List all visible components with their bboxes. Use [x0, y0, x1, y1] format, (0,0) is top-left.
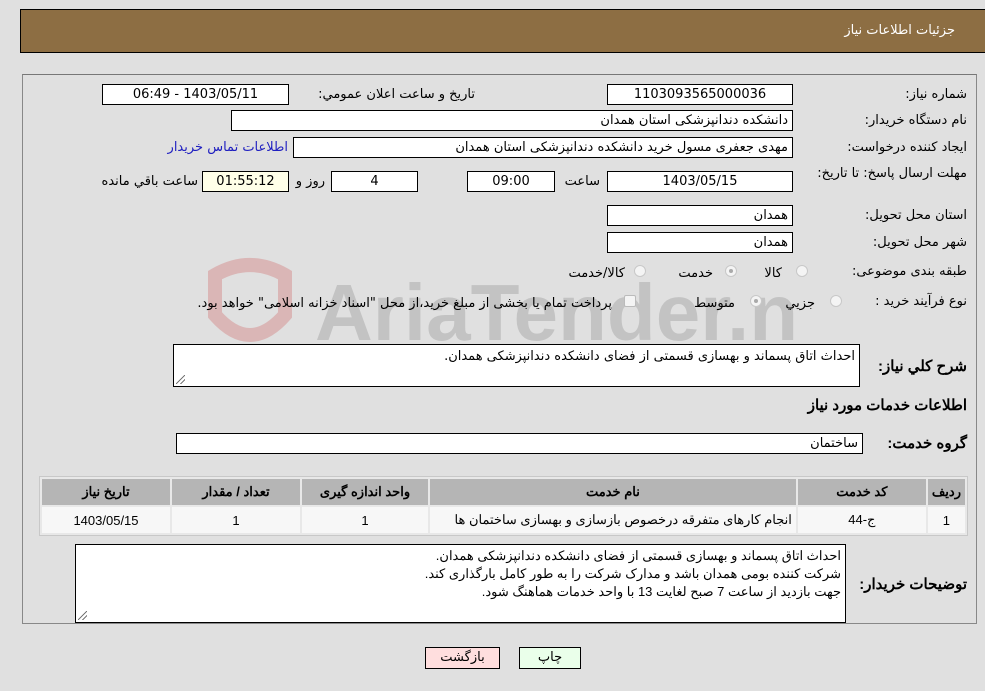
remaining-time-field: 01:55:12 [202, 171, 289, 192]
delivery-city-field: همدان [607, 232, 793, 253]
services-table: ردیف کد خدمت نام خدمت واحد اندازه گیری ت… [39, 476, 968, 536]
general-description-textarea[interactable]: احداث اتاق پسماند و بهسازی قسمتی از فضای… [173, 344, 860, 387]
category-radio-service[interactable] [725, 265, 737, 277]
deadline-time-label: ساعت [564, 174, 600, 189]
treasury-checkbox[interactable] [624, 295, 636, 307]
table-row: 1 ج-44 انجام کارهای متفرقه درخصوص بازساز… [42, 507, 965, 533]
deadline-date-field: 1403/05/15 [607, 171, 793, 192]
buyer-org-label: نام دستگاه خریدار: [864, 113, 967, 128]
general-description-label: شرح کلي نیاز: [878, 358, 967, 375]
deadline-label: مهلت ارسال پاسخ: تا تاریخ: [817, 166, 967, 181]
service-group-label: گروه خدمت: [887, 435, 967, 452]
requester-label: ایجاد کننده درخواست: [847, 140, 967, 155]
announce-datetime-field: 1403/05/11 - 06:49 [102, 84, 289, 105]
col-header-service-code: کد خدمت [797, 479, 926, 505]
delivery-city-label: شهر محل تحویل: [872, 235, 967, 250]
requester-field: مهدی جعفری مسول خرید دانشکده دندانپزشکی … [293, 137, 793, 158]
back-button[interactable]: بازگشت [425, 647, 500, 669]
need-number-field: 1103093565000036 [607, 84, 793, 105]
treasury-note: پرداخت تمام یا بخشی از مبلغ خرید،از محل … [197, 296, 612, 311]
page-title: جزئیات اطلاعات نیاز [844, 23, 955, 38]
purchase-type-option-medium: متوسط [694, 296, 735, 311]
category-radio-goods-service[interactable] [634, 265, 646, 277]
category-option-goods: کالا [764, 266, 782, 281]
remaining-time-label: ساعت باقي مانده [101, 174, 198, 189]
remaining-days-label: روز و [295, 174, 325, 189]
service-group-field: ساختمان [176, 433, 863, 454]
purchase-type-radio-minor[interactable] [830, 295, 842, 307]
buyer-notes-line-3: جهت بازدید از ساعت 7 صبح لغایت 13 با واح… [481, 584, 841, 599]
delivery-province-label: استان محل تحویل: [865, 208, 967, 223]
buyer-notes-line-1: احداث اتاق پسماند و بهسازی قسمتی از فضای… [435, 548, 841, 563]
col-header-quantity: تعداد / مقدار [172, 479, 300, 505]
purchase-type-option-minor: جزيي [785, 296, 815, 311]
category-radio-goods[interactable] [796, 265, 808, 277]
announce-datetime-label: تاریخ و ساعت اعلان عمومي: [318, 87, 475, 102]
general-description-text: احداث اتاق پسماند و بهسازی قسمتی از فضای… [444, 349, 855, 364]
delivery-province-field: همدان [607, 205, 793, 226]
buyer-notes-line-2: شرکت کننده بومی همدان باشد و مدارک شرکت … [424, 566, 841, 581]
col-header-row-number: ردیف [927, 479, 965, 505]
col-header-need-date: تاریخ نیاز [42, 479, 170, 505]
purchase-type-label: نوع فرآیند خرید : [875, 294, 967, 309]
cell-service-name: انجام کارهای متفرقه درخصوص بازسازی و بهس… [430, 507, 796, 533]
category-label: طبقه بندی موضوعی: [851, 264, 967, 279]
category-option-goods-service: کالا/خدمت [568, 266, 625, 281]
col-header-service-name: نام خدمت [430, 479, 796, 505]
print-button[interactable]: چاپ [519, 647, 581, 669]
cell-quantity: 1 [172, 507, 300, 533]
deadline-time-field: 09:00 [467, 171, 555, 192]
col-header-unit: واحد اندازه گیری [302, 479, 428, 505]
category-option-service: خدمت [678, 266, 713, 281]
services-section-title: اطلاعات خدمات مورد نیاز [807, 397, 967, 414]
remaining-days-field: 4 [331, 171, 418, 192]
buyer-notes-label: توضیحات خریدار: [859, 576, 967, 593]
cell-need-date: 1403/05/15 [42, 507, 170, 533]
resize-grip-icon[interactable] [176, 375, 185, 384]
page-header: جزئیات اطلاعات نیاز [20, 9, 985, 53]
buyer-notes-textarea[interactable]: احداث اتاق پسماند و بهسازی قسمتی از فضای… [75, 544, 846, 623]
purchase-type-radio-medium[interactable] [750, 295, 762, 307]
need-number-label: شماره نیاز: [905, 87, 967, 102]
cell-service-code: ج-44 [797, 507, 926, 533]
services-table-header-row: ردیف کد خدمت نام خدمت واحد اندازه گیری ت… [42, 479, 965, 505]
buyer-org-field: دانشکده دندانپزشکی استان همدان [231, 110, 793, 131]
cell-row-number: 1 [927, 507, 965, 533]
buyer-contact-link[interactable]: اطلاعات تماس خریدار [168, 140, 288, 155]
cell-unit: 1 [302, 507, 428, 533]
resize-grip-icon[interactable] [78, 611, 87, 620]
